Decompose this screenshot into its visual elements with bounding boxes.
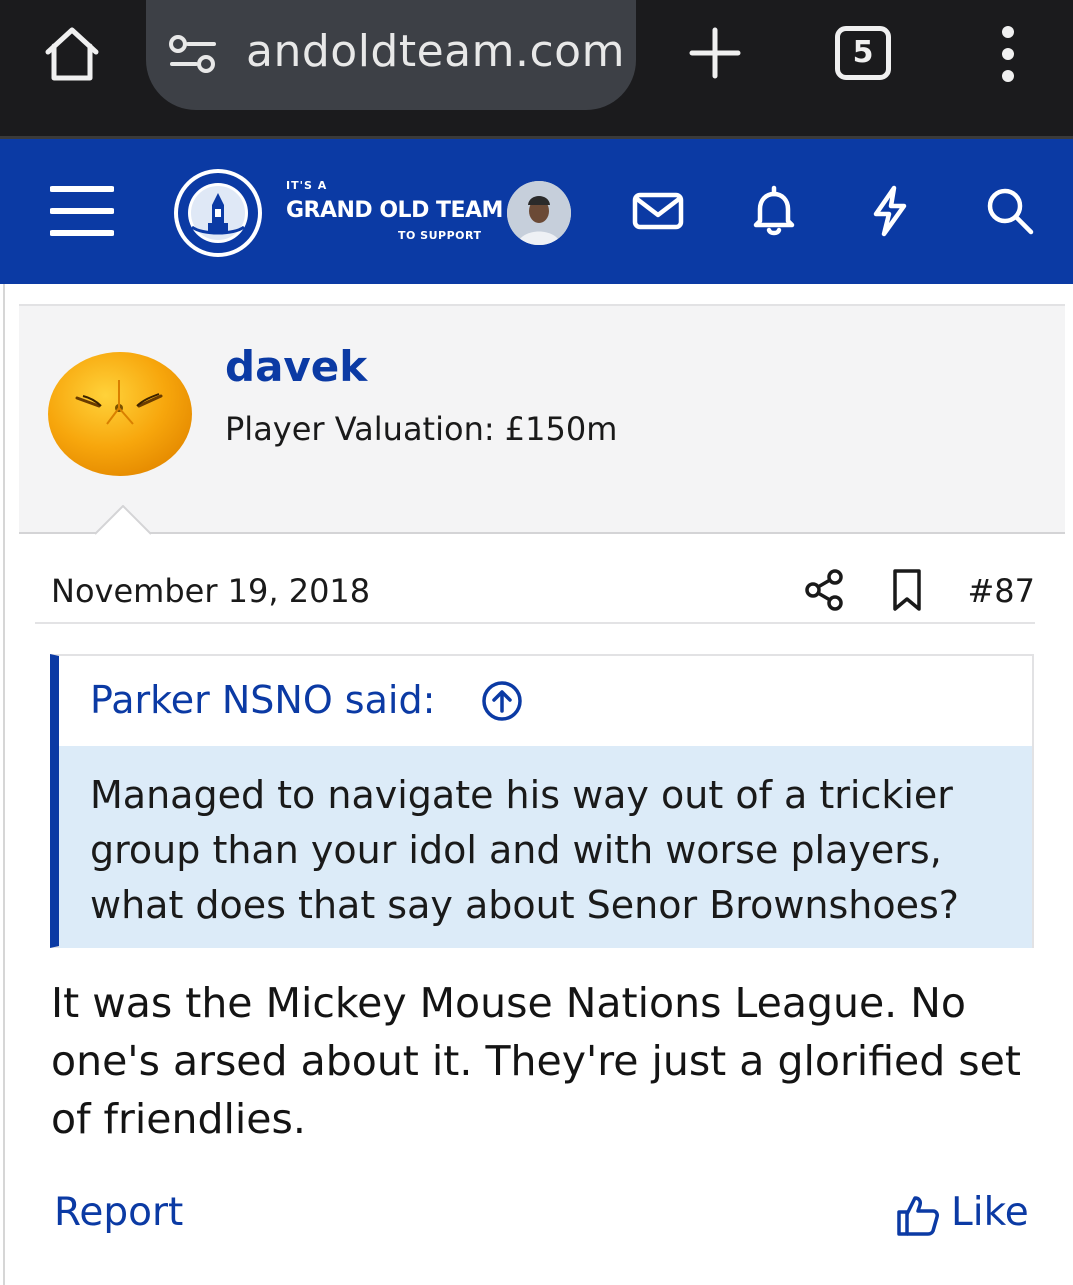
address-bar[interactable]: andoldteam.com bbox=[146, 0, 636, 110]
quote-body: Managed to navigate his way out of a tri… bbox=[59, 746, 1032, 948]
hamburger-icon[interactable] bbox=[50, 183, 114, 239]
post-username[interactable]: davek bbox=[225, 342, 367, 391]
club-crest-logo[interactable] bbox=[172, 167, 264, 259]
site-header: IT'S A GRAND OLD TEAM TO SUPPORT bbox=[0, 136, 1073, 284]
post-date[interactable]: November 19, 2018 bbox=[51, 572, 370, 610]
user-block-pointer bbox=[95, 505, 151, 535]
jump-to-quoted-icon[interactable] bbox=[481, 680, 523, 722]
report-link[interactable]: Report bbox=[54, 1190, 183, 1235]
post-number[interactable]: #87 bbox=[967, 572, 1035, 610]
like-label: Like bbox=[951, 1190, 1029, 1235]
search-icon[interactable] bbox=[982, 183, 1038, 239]
forum-post: davek Player Valuation: £150m November 1… bbox=[3, 284, 1073, 1285]
bell-icon[interactable] bbox=[746, 183, 802, 239]
post-meta-bar: November 19, 2018 #87 bbox=[35, 564, 1035, 624]
thumbs-up-icon bbox=[897, 1196, 939, 1236]
post-user-block: davek Player Valuation: £150m bbox=[19, 304, 1065, 534]
logo-line-2: GRAND OLD TEAM bbox=[286, 198, 503, 223]
post-message: It was the Mickey Mouse Nations League. … bbox=[51, 979, 1021, 1143]
logo-line-3: TO SUPPORT bbox=[398, 229, 482, 242]
browser-toolbar: andoldteam.com 5 bbox=[0, 0, 1073, 136]
bolt-icon[interactable] bbox=[862, 183, 918, 239]
plus-icon[interactable] bbox=[688, 26, 742, 80]
share-icon[interactable] bbox=[801, 566, 849, 614]
home-icon[interactable] bbox=[40, 22, 104, 86]
bookmark-icon[interactable] bbox=[887, 566, 927, 614]
logo-line-1: IT'S A bbox=[286, 179, 328, 192]
site-settings-icon[interactable] bbox=[168, 32, 218, 76]
kebab-menu-icon[interactable] bbox=[990, 22, 1026, 86]
tab-switcher-button[interactable]: 5 bbox=[835, 26, 891, 80]
url-text[interactable]: andoldteam.com bbox=[246, 26, 625, 77]
user-avatar[interactable] bbox=[47, 340, 193, 486]
quote-header: Parker NSNO said: bbox=[59, 656, 1032, 746]
quote-author[interactable]: Parker NSNO said: bbox=[90, 678, 435, 722]
user-title: Player Valuation: £150m bbox=[225, 410, 618, 448]
account-avatar[interactable] bbox=[507, 181, 571, 245]
envelope-icon[interactable] bbox=[630, 183, 686, 239]
site-logo-text[interactable]: IT'S A GRAND OLD TEAM TO SUPPORT bbox=[286, 179, 503, 242]
quote-text: Managed to navigate his way out of a tri… bbox=[90, 773, 959, 927]
quote-block: Parker NSNO said: Managed to navigate hi… bbox=[50, 654, 1034, 948]
